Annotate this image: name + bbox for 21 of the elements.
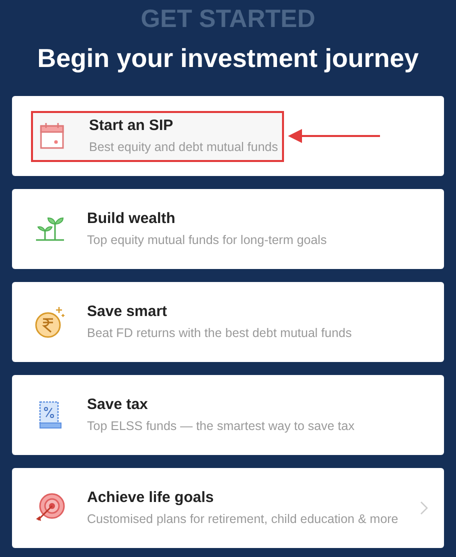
card-subtitle: Best equity and debt mutual funds — [89, 138, 278, 156]
target-icon — [35, 493, 65, 523]
option-card[interactable]: Save tax Top ELSS funds — the smartest way to save tax — [12, 375, 444, 455]
receipt-percent-icon — [38, 401, 62, 429]
card-title: Save smart — [87, 302, 168, 320]
calendar-icon — [40, 123, 64, 149]
sprout-icon — [36, 217, 64, 241]
option-card[interactable]: Save smart Beat FD returns with the best debt mutual funds — [12, 282, 444, 362]
rupee-coin-icon — [35, 306, 65, 338]
card-title: Start an SIP — [89, 116, 174, 134]
option-card[interactable]: Achieve life goals Customised plans for retirement, child education & more — [12, 468, 444, 548]
card-title: Save tax — [87, 396, 149, 414]
card-subtitle: Top ELSS funds — the smartest way to save tax — [87, 418, 354, 434]
card-subtitle: Customised plans for retirement, child education & more — [87, 510, 398, 528]
page-heading: Begin your investment journey — [37, 42, 419, 74]
card-title: Achieve life goals — [87, 488, 215, 506]
card-subtitle: Beat FD returns with the best debt mutual funds — [87, 324, 352, 342]
option-card[interactable]: Build wealth Top equity mutual funds for long-term goals — [12, 189, 444, 269]
option-card[interactable]: Start an SIP Best equity and debt mutual funds — [12, 96, 444, 176]
card-subtitle: Top equity mutual funds for long-term goals — [87, 232, 327, 248]
card-title: Build wealth — [87, 210, 176, 228]
